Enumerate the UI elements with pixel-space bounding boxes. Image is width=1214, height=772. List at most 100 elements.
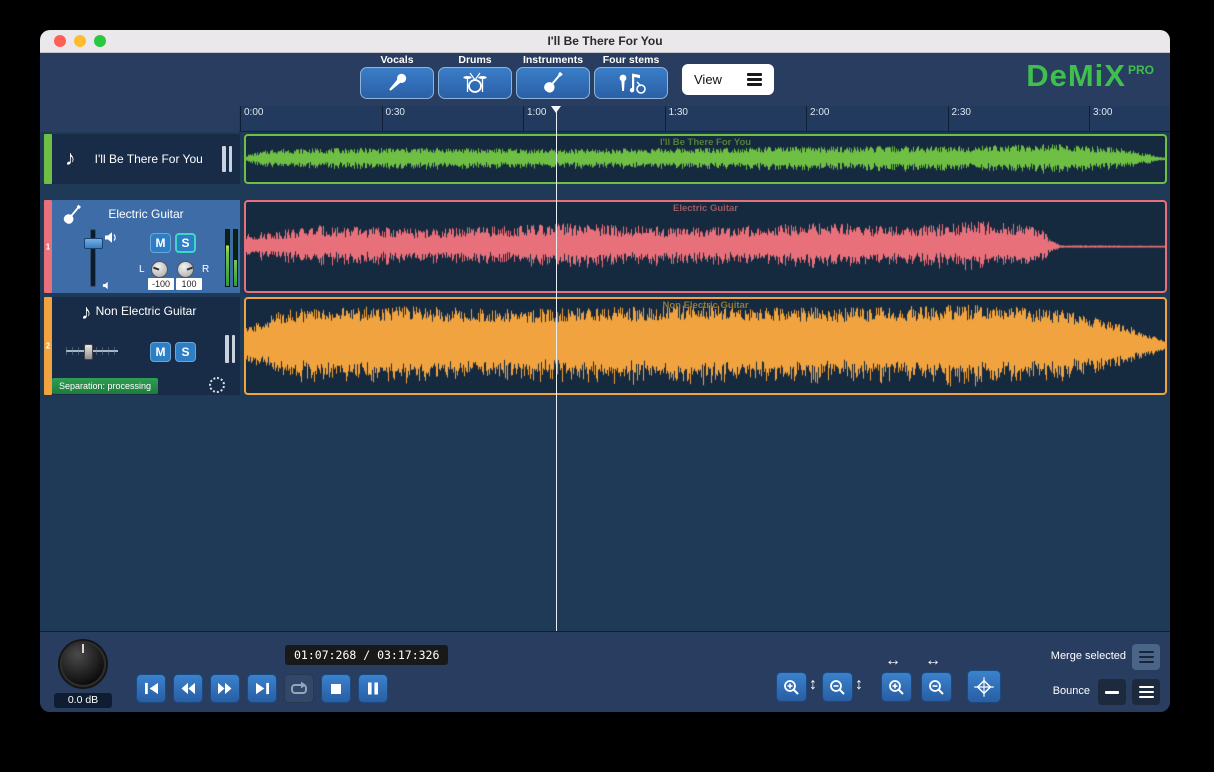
vocals-separation-button[interactable] [360, 67, 434, 99]
view-menu-icon [747, 71, 762, 89]
mute-button[interactable]: M [150, 342, 171, 362]
merge-menu-button[interactable] [1132, 644, 1160, 670]
solo-button[interactable]: S [175, 342, 196, 362]
balance-slider-handle[interactable] [84, 344, 93, 360]
solo-button[interactable]: S [175, 233, 196, 253]
track-header-master[interactable]: ♪ I'll Be There For You [52, 134, 240, 184]
timeline-tick: 2:00 [806, 106, 829, 131]
zoom-out-icon [928, 679, 945, 696]
logo-suffix: PRO [1128, 63, 1154, 77]
audio-clip-non-electric-guitar[interactable]: Non Electric Guitar [244, 297, 1167, 395]
pan-right-label: R [202, 264, 209, 275]
fast-forward-button[interactable] [210, 674, 240, 703]
stop-button[interactable] [321, 674, 351, 703]
bounce-label: Bounce [1053, 685, 1090, 697]
audio-clip-master[interactable]: I'll Be There For You [244, 134, 1167, 184]
zoom-in-icon [783, 679, 800, 696]
four-stems-label: Four stems [594, 54, 668, 67]
playhead-marker[interactable] [551, 106, 561, 113]
pan-left-knob[interactable] [151, 261, 168, 278]
zoom-crosshair-icon [973, 676, 995, 698]
transport-buttons [136, 674, 388, 703]
speaker-icon [104, 231, 118, 249]
balance-slider[interactable] [66, 344, 118, 358]
pause-button[interactable] [358, 674, 388, 703]
horizontal-zoom-arrow-icon: ↔ [925, 652, 941, 670]
track-row-master: ♪ I'll Be There For You I'll Be There Fo… [44, 134, 1167, 184]
stem-group-instruments: Instruments [516, 54, 590, 99]
track-header-electric-guitar[interactable]: Electric Guitar M S L R -100 100 [52, 200, 240, 293]
skip-to-end-button[interactable] [247, 674, 277, 703]
drums-separation-button[interactable] [438, 67, 512, 99]
zoom-to-selection-button[interactable] [967, 670, 1001, 703]
track-header-non-electric-guitar[interactable]: ♪ Non Electric Guitar M S Separation: pr… [52, 297, 240, 395]
track-color-stripe: 2 [44, 297, 52, 395]
track-name: I'll Be There For You [76, 152, 223, 166]
four-stems-separation-button[interactable] [594, 67, 668, 99]
speaker-small-icon [102, 277, 112, 295]
timeline-tick: 0:00 [240, 106, 263, 131]
pan-left-value[interactable]: -100 [148, 278, 174, 290]
zoom-out-horizontal-button[interactable] [921, 672, 952, 702]
maximize-window-button[interactable] [94, 35, 106, 47]
minus-icon [1105, 691, 1119, 694]
fast-forward-icon [217, 682, 233, 695]
track-color-stripe: 1 [44, 200, 52, 293]
main-toolbar: Vocals Drums [40, 53, 1170, 106]
minimize-window-button[interactable] [74, 35, 86, 47]
zoom-in-icon [888, 679, 905, 696]
volume-slider-handle[interactable] [84, 238, 103, 249]
window-controls [54, 35, 106, 47]
drum-kit-icon [462, 70, 488, 96]
rewind-icon [180, 682, 196, 695]
volume-slider[interactable] [85, 229, 100, 287]
timeline-tick: 1:30 [665, 106, 688, 131]
playhead-line[interactable] [556, 106, 557, 631]
zoom-out-vertical-button[interactable] [822, 672, 853, 702]
master-volume-knob[interactable] [60, 641, 106, 687]
rewind-button[interactable] [173, 674, 203, 703]
instruments-label: Instruments [516, 54, 590, 67]
microphone-icon [384, 70, 410, 96]
skip-to-start-icon [144, 682, 159, 695]
audio-clip-electric-guitar[interactable]: Electric Guitar [244, 200, 1167, 293]
separation-status-badge: Separation: processing [52, 378, 158, 394]
master-volume-value: 0.0 dB [54, 693, 112, 708]
window-title: I'll Be There For You [40, 34, 1170, 48]
close-window-button[interactable] [54, 35, 66, 47]
title-bar: I'll Be There For You [40, 30, 1170, 53]
track-number: 1 [44, 242, 52, 251]
zoom-out-icon [829, 679, 846, 696]
zoom-in-vertical-button[interactable] [776, 672, 807, 702]
instruments-separation-button[interactable] [516, 67, 590, 99]
pan-right-knob[interactable] [177, 261, 194, 278]
timeline-tick: 1:00 [523, 106, 546, 131]
timeline-ruler[interactable]: 0:000:301:001:302:002:303:00 [239, 106, 1170, 132]
app-window: I'll Be There For You Vocals Drums [40, 30, 1170, 712]
four-stems-icon [616, 70, 646, 96]
clip-label: Non Electric Guitar [246, 300, 1165, 311]
waveform-canvas [246, 202, 1165, 291]
zoom-in-horizontal-button[interactable] [881, 672, 912, 702]
guitar-icon [540, 70, 566, 96]
skip-to-start-button[interactable] [136, 674, 166, 703]
bounce-minus-button[interactable] [1098, 679, 1126, 705]
merge-selected-label: Merge selected [1051, 650, 1126, 662]
pan-right-value[interactable]: 100 [176, 278, 202, 290]
track-row-non-electric-guitar: 2 ♪ Non Electric Guitar M S Separation: … [44, 297, 1167, 395]
bounce-menu-button[interactable] [1132, 679, 1160, 705]
track-name: Non Electric Guitar [52, 304, 240, 318]
music-note-icon: ♪ [65, 147, 76, 171]
horizontal-zoom-arrow-icon: ↔ [885, 652, 901, 670]
view-button[interactable]: View [682, 64, 774, 95]
level-meter [222, 146, 232, 172]
stop-icon [330, 683, 342, 695]
drums-label: Drums [438, 54, 512, 67]
level-meter [225, 335, 235, 363]
mute-button[interactable]: M [150, 233, 171, 253]
demix-pro-logo: DeMiX PRO [1026, 59, 1154, 93]
stem-group-drums: Drums [438, 54, 512, 99]
loop-button[interactable] [284, 674, 314, 703]
timeline-tick: 2:30 [948, 106, 971, 131]
level-meter [225, 229, 238, 287]
